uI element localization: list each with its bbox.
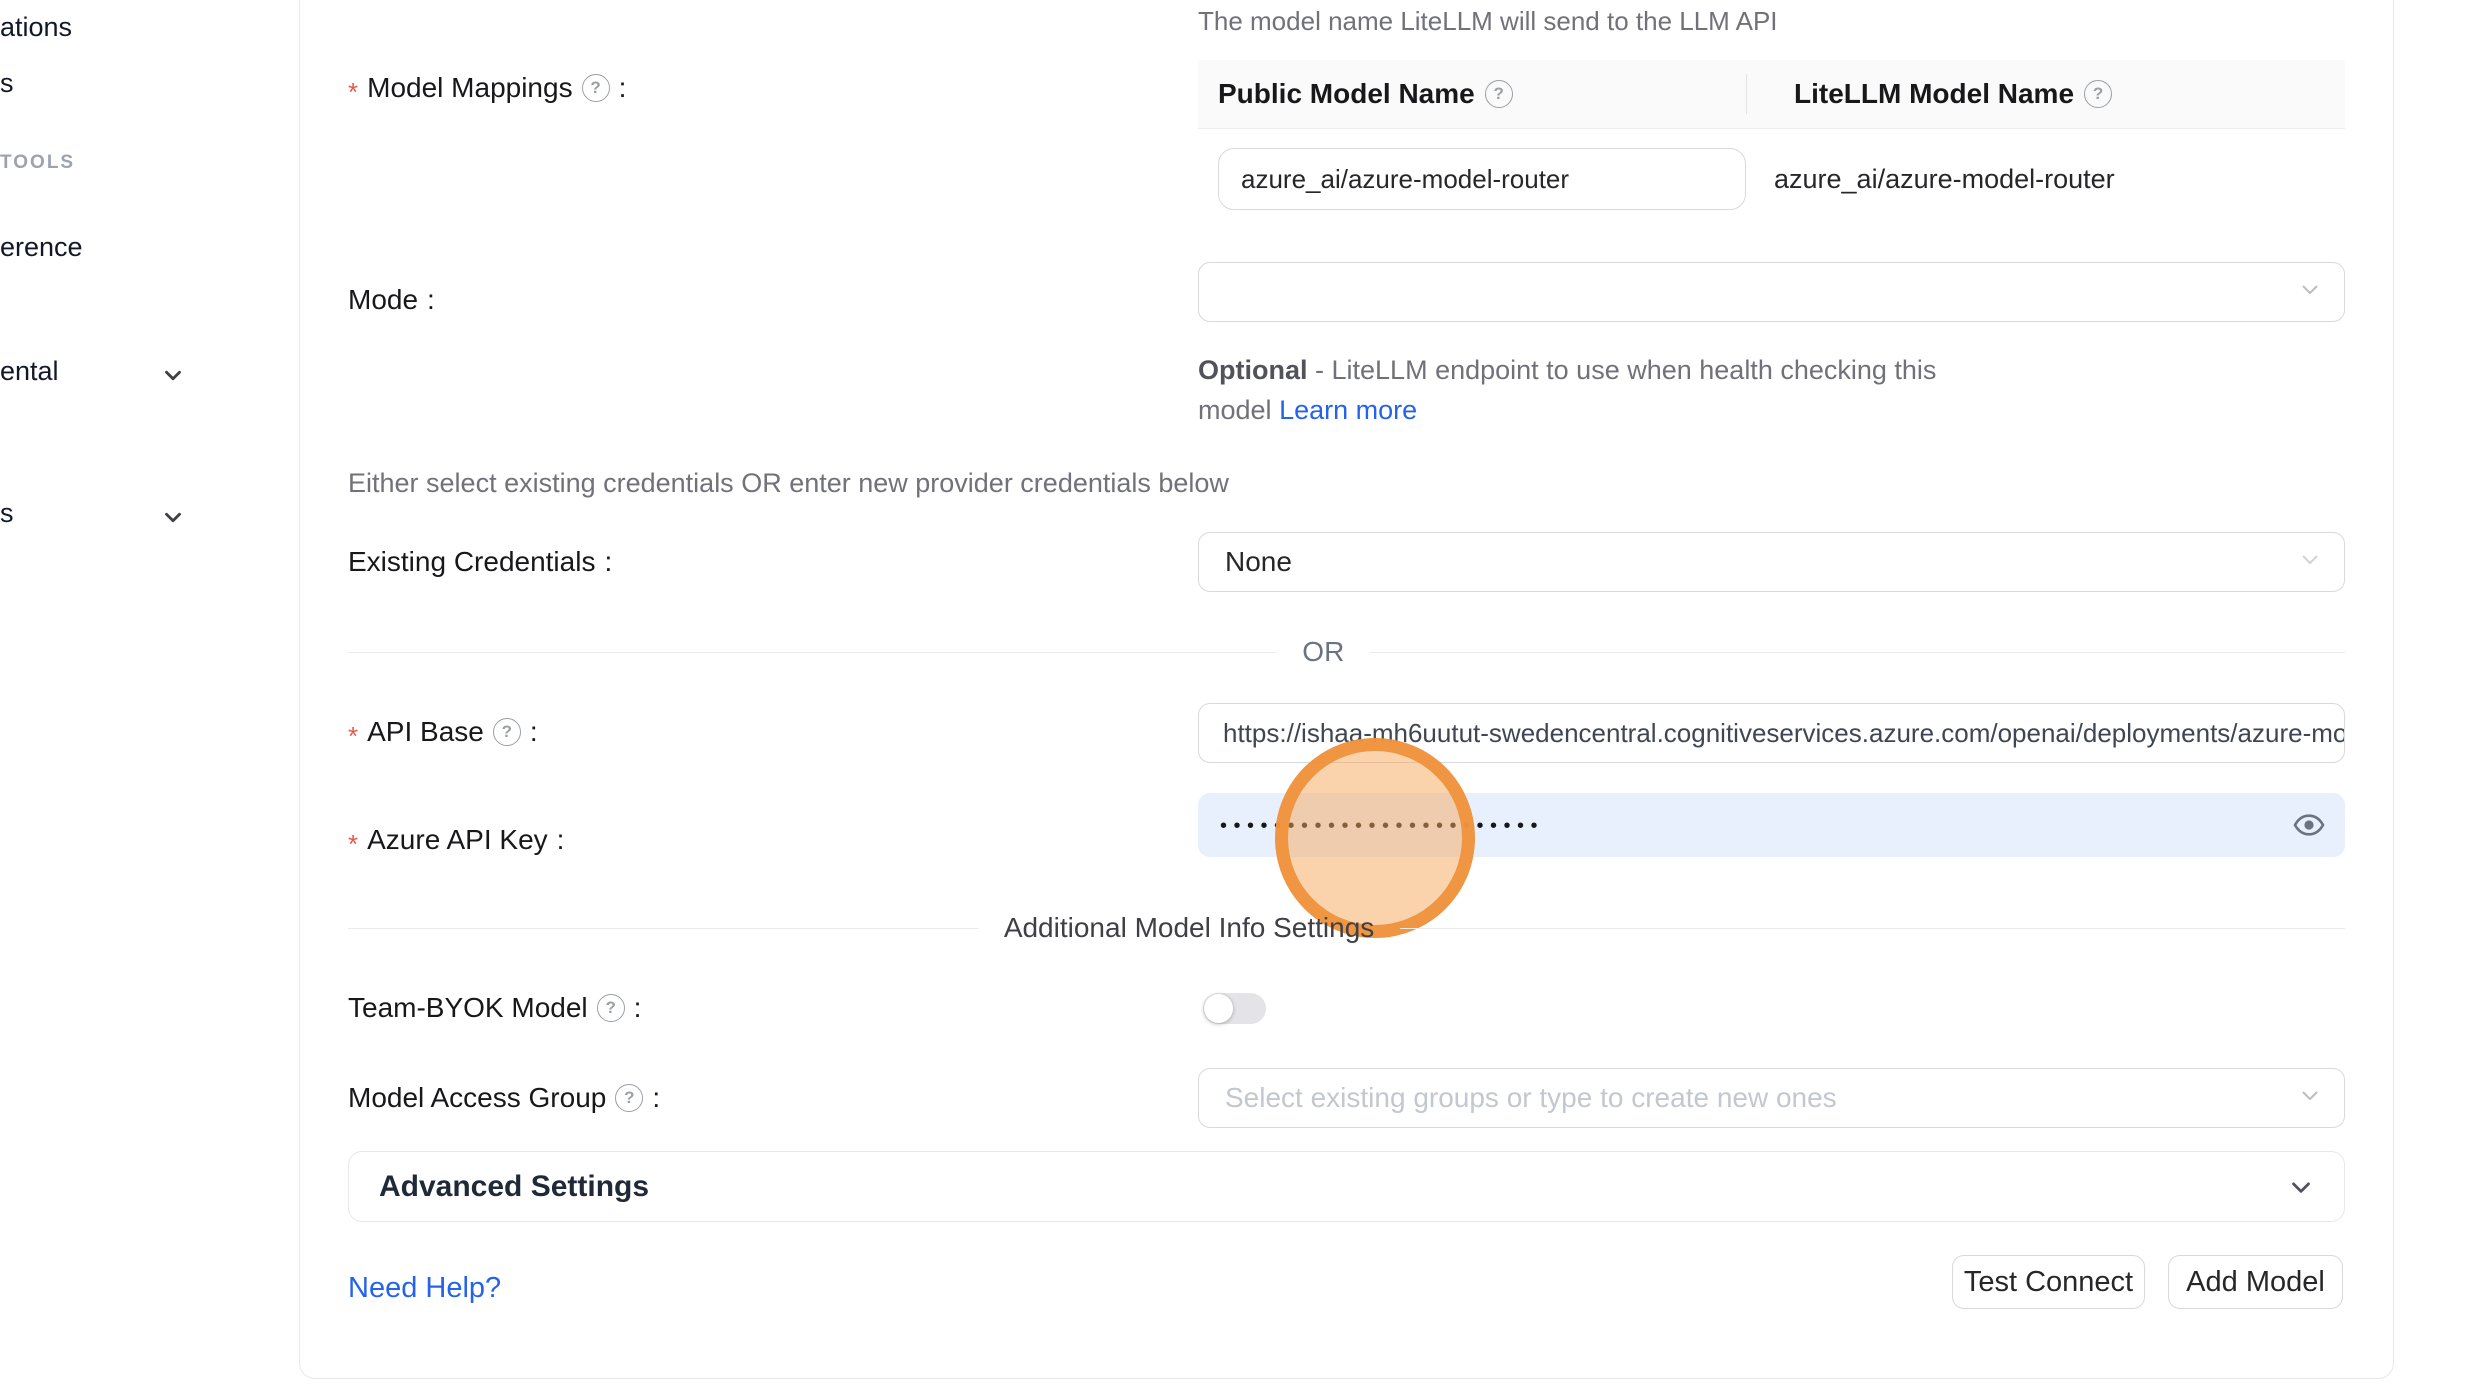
api-base-label-text: API Base	[367, 716, 484, 748]
sidebar-item-models[interactable]: s	[0, 68, 14, 99]
colon: :	[634, 992, 642, 1024]
chevron-down-icon	[2296, 546, 2324, 579]
api-base-input[interactable]: https://ishaa-mh6uutut-swedencentral.cog…	[1198, 703, 2345, 763]
add-model-button[interactable]: Add Model	[2168, 1255, 2343, 1309]
credentials-note: Either select existing credentials OR en…	[348, 468, 1229, 499]
azure-api-key-input[interactable]: ••••••••••••••••••••••••	[1198, 793, 2345, 857]
existing-credentials-label: Existing Credentials :	[348, 546, 612, 578]
api-base-value: https://ishaa-mh6uutut-swedencentral.cog…	[1223, 718, 2345, 749]
model-name-helper-text: The model name LiteLLM will send to the …	[1198, 6, 1778, 37]
toggle-knob	[1204, 994, 1233, 1023]
existing-credentials-value: None	[1225, 546, 1292, 578]
optional-bold: Optional	[1198, 355, 1308, 385]
divider-line	[348, 928, 978, 929]
existing-credentials-select[interactable]: None	[1198, 532, 2345, 592]
team-byok-toggle[interactable]	[1203, 993, 1266, 1024]
colon: :	[652, 1082, 660, 1114]
additional-settings-divider-label: Additional Model Info Settings	[1004, 912, 1374, 944]
help-icon[interactable]: ?	[597, 994, 625, 1022]
column-divider	[1746, 74, 1747, 114]
or-divider-label: OR	[1302, 636, 1344, 668]
required-mark: *	[348, 79, 358, 105]
eye-icon[interactable]	[2293, 812, 2325, 838]
help-icon[interactable]: ?	[2084, 80, 2112, 108]
model-mappings-table: Public Model Name ? LiteLLM Model Name ?	[1198, 60, 2345, 129]
sidebar-item-inference[interactable]: erence	[0, 232, 83, 263]
litellm-model-name-value: azure_ai/azure-model-router	[1774, 164, 2115, 195]
advanced-settings-title: Advanced Settings	[379, 1170, 649, 1204]
column-header-litellm-model-name: LiteLLM Model Name ?	[1774, 78, 2112, 110]
column-header-text: LiteLLM Model Name	[1794, 78, 2074, 110]
masked-password-dots: ••••••••••••••••••••••••	[1220, 815, 1544, 838]
chevron-down-icon	[2286, 1172, 2316, 1202]
divider-line	[348, 652, 1276, 653]
mode-label: Mode :	[348, 284, 435, 316]
help-icon[interactable]: ?	[493, 718, 521, 746]
azure-api-key-label: * Azure API Key :	[348, 824, 564, 856]
advanced-settings-panel[interactable]: Advanced Settings	[348, 1151, 2345, 1222]
column-header-public-model-name: Public Model Name ?	[1198, 78, 1774, 110]
team-byok-label: Team-BYOK Model ? :	[348, 992, 641, 1024]
model-mappings-label-text: Model Mappings	[367, 72, 572, 104]
help-icon[interactable]: ?	[1485, 80, 1513, 108]
model-access-group-select[interactable]: Select existing groups or type to create…	[1198, 1068, 2345, 1128]
mode-helper-text: Optional - LiteLLM endpoint to use when …	[1198, 350, 2016, 430]
divider-line	[1400, 928, 2345, 929]
model-access-group-label-text: Model Access Group	[348, 1082, 606, 1114]
need-help-link[interactable]: Need Help?	[348, 1272, 501, 1305]
required-mark: *	[348, 723, 358, 749]
mode-label-text: Mode	[348, 284, 418, 316]
colon: :	[427, 284, 435, 316]
help-icon[interactable]: ?	[582, 74, 610, 102]
divider-line	[1370, 652, 2345, 653]
sidebar-item-experimental[interactable]: ental	[0, 356, 59, 387]
sidebar-item-organizations[interactable]: ations	[0, 12, 72, 43]
colon: :	[557, 824, 565, 856]
mode-select[interactable]	[1198, 262, 2345, 322]
column-header-text: Public Model Name	[1218, 78, 1475, 110]
table-header-row: Public Model Name ? LiteLLM Model Name ?	[1198, 60, 2345, 129]
api-base-label: * API Base ? :	[348, 716, 538, 748]
required-mark: *	[348, 831, 358, 857]
test-connect-button[interactable]: Test Connect	[1952, 1255, 2145, 1309]
model-mappings-label: * Model Mappings ? :	[348, 72, 626, 104]
colon: :	[604, 546, 612, 578]
sidebar-item-settings[interactable]: s	[0, 498, 14, 529]
help-icon[interactable]: ?	[615, 1084, 643, 1112]
colon: :	[619, 72, 627, 104]
chevron-down-icon[interactable]	[160, 504, 186, 530]
existing-credentials-label-text: Existing Credentials	[348, 546, 595, 578]
model-access-group-placeholder: Select existing groups or type to create…	[1225, 1082, 1837, 1114]
learn-more-link[interactable]: Learn more	[1279, 395, 1417, 425]
model-access-group-label: Model Access Group ? :	[348, 1082, 660, 1114]
team-byok-label-text: Team-BYOK Model	[348, 992, 588, 1024]
additional-settings-divider: Additional Model Info Settings	[348, 912, 2345, 944]
or-divider: OR	[348, 636, 2345, 668]
chevron-down-icon[interactable]	[160, 362, 186, 388]
chevron-down-icon	[2296, 1082, 2324, 1115]
azure-api-key-label-text: Azure API Key	[367, 824, 548, 856]
add-model-page: ations s TOOLS erence ental s The model …	[0, 0, 2477, 1385]
chevron-down-icon	[2296, 276, 2324, 309]
colon: :	[530, 716, 538, 748]
sidebar-section-tools: TOOLS	[0, 152, 75, 174]
public-model-name-input[interactable]: azure_ai/azure-model-router	[1218, 148, 1746, 210]
